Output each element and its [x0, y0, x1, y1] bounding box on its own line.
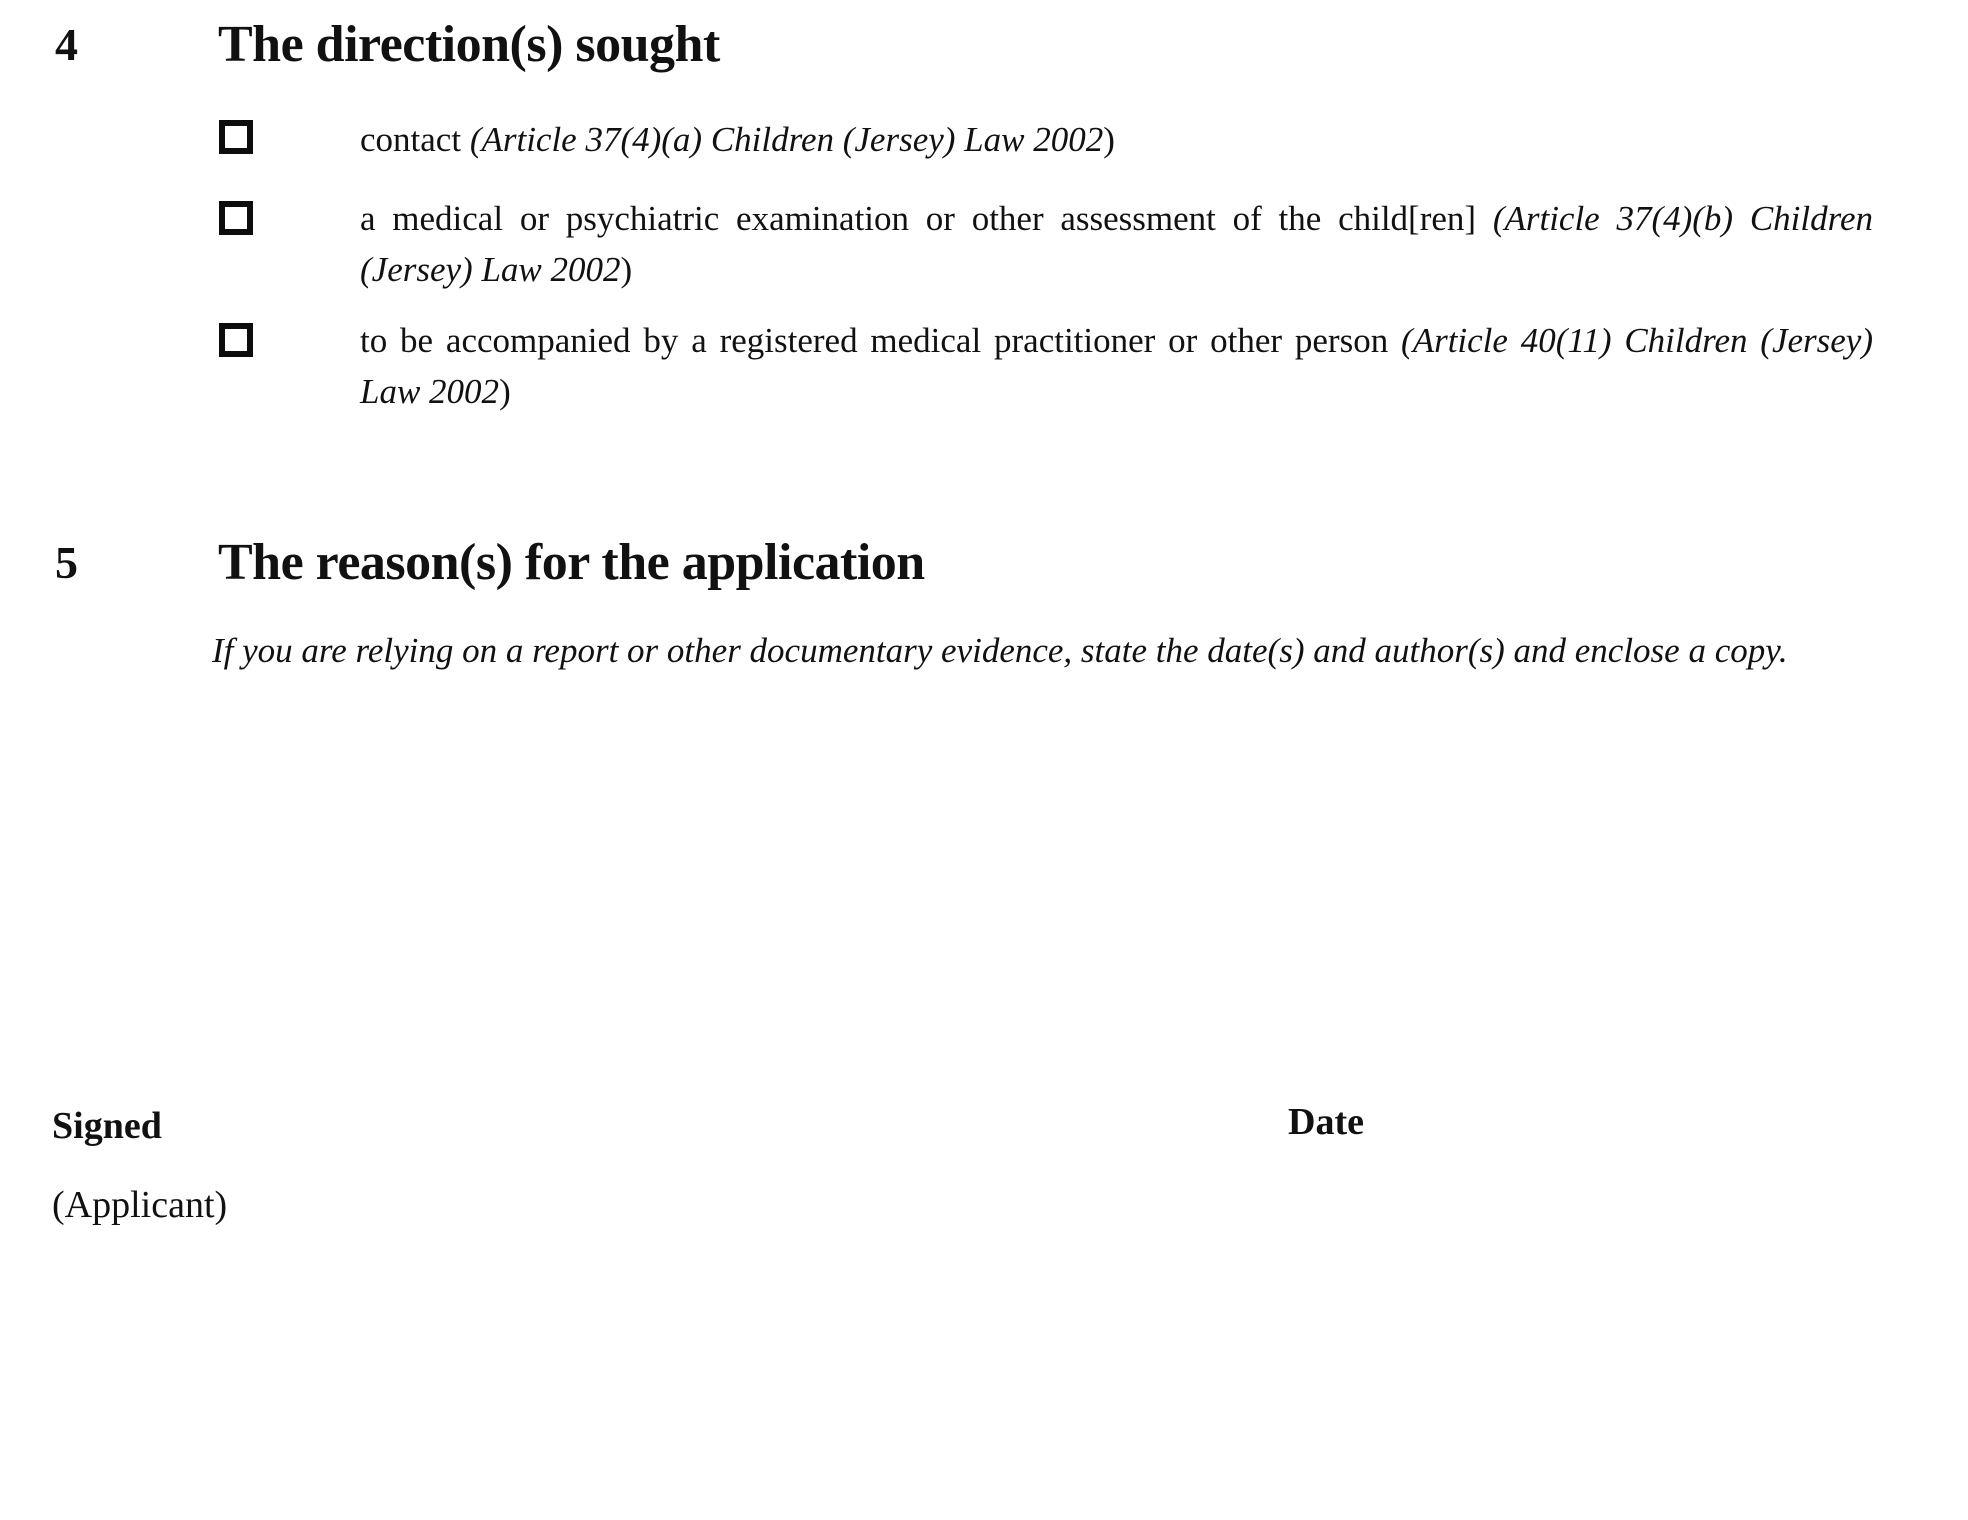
- option-contact-text-plain: contact: [360, 120, 470, 159]
- option-medical-text-plain: a medical or psychiatric examination or …: [360, 199, 1493, 238]
- checkbox-contact-icon[interactable]: [219, 120, 253, 154]
- option-contact-text-tail: ): [1103, 120, 1115, 159]
- checkbox-medical-examination-icon[interactable]: [219, 201, 253, 235]
- date-label: Date: [1288, 1101, 1364, 1143]
- section-4-title: The direction(s) sought: [218, 16, 720, 73]
- option-medical-text-tail: ): [620, 250, 633, 289]
- document-page: 4 The direction(s) sought contact (Artic…: [0, 0, 1968, 1520]
- applicant-label: (Applicant): [52, 1184, 228, 1226]
- direction-option-medical-examination-label: a medical or psychiatric examination or …: [360, 193, 1873, 295]
- section-5-number: 5: [55, 537, 78, 588]
- signed-label: Signed: [52, 1105, 162, 1147]
- section-5-title: The reason(s) for the application: [218, 534, 925, 591]
- direction-option-accompanied-label: to be accompanied by a registered medica…: [360, 315, 1873, 417]
- checkbox-accompanied-by-practitioner-icon[interactable]: [219, 323, 253, 357]
- option-contact-text-citation: (Article 37(4)(a) Children (Jersey) Law …: [469, 120, 1104, 159]
- section-4-number: 4: [55, 19, 78, 70]
- option-accompanied-text-plain: to be accompanied by a registered medica…: [360, 321, 1402, 360]
- option-accompanied-text-tail: ): [499, 372, 511, 411]
- section-5-instruction: If you are relying on a report or other …: [212, 631, 1788, 670]
- direction-option-contact-label: contact (Article 37(4)(a) Children (Jers…: [360, 114, 1873, 165]
